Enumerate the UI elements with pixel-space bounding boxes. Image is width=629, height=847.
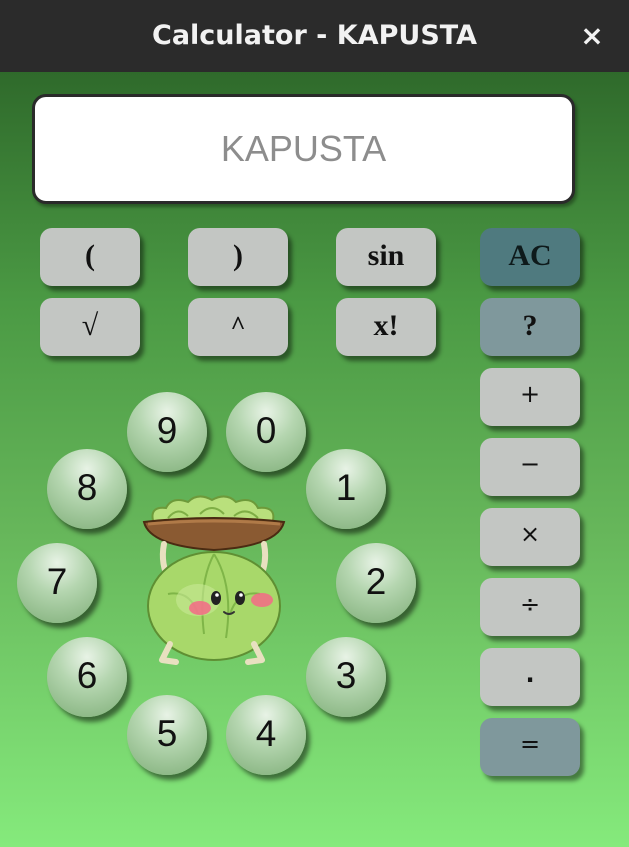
digit-3-button[interactable]: 3 — [306, 637, 386, 717]
digit-5-button[interactable]: 5 — [127, 695, 207, 775]
digit-1-button[interactable]: 1 — [306, 449, 386, 529]
digit-0-button[interactable]: 0 — [226, 392, 306, 472]
power-button[interactable]: ^ — [188, 298, 288, 356]
digit-9-button[interactable]: 9 — [127, 392, 207, 472]
digit-7-button[interactable]: 7 — [17, 543, 97, 623]
help-button[interactable]: ? — [480, 298, 580, 356]
plus-button[interactable]: + — [480, 368, 580, 426]
close-paren-button[interactable]: ) — [188, 228, 288, 286]
decimal-button[interactable]: . — [480, 648, 580, 706]
display-field: KAPUSTA — [32, 94, 575, 204]
digit-6-button[interactable]: 6 — [47, 637, 127, 717]
title-bar: Calculator - KAPUSTA × — [0, 0, 629, 73]
minus-button[interactable]: − — [480, 438, 580, 496]
cabbage-mascot-icon — [142, 495, 286, 665]
factorial-button[interactable]: x! — [336, 298, 436, 356]
sqrt-button[interactable]: √ — [40, 298, 140, 356]
open-paren-button[interactable]: ( — [40, 228, 140, 286]
multiply-button[interactable]: × — [480, 508, 580, 566]
divide-button[interactable]: ÷ — [480, 578, 580, 636]
close-button[interactable]: × — [570, 14, 614, 58]
sin-button[interactable]: sin — [336, 228, 436, 286]
digit-8-button[interactable]: 8 — [47, 449, 127, 529]
clear-button[interactable]: AC — [480, 228, 580, 286]
digit-2-button[interactable]: 2 — [336, 543, 416, 623]
digit-4-button[interactable]: 4 — [226, 695, 306, 775]
equals-button[interactable]: = — [480, 718, 580, 776]
window-title: Calculator - KAPUSTA — [152, 20, 477, 51]
